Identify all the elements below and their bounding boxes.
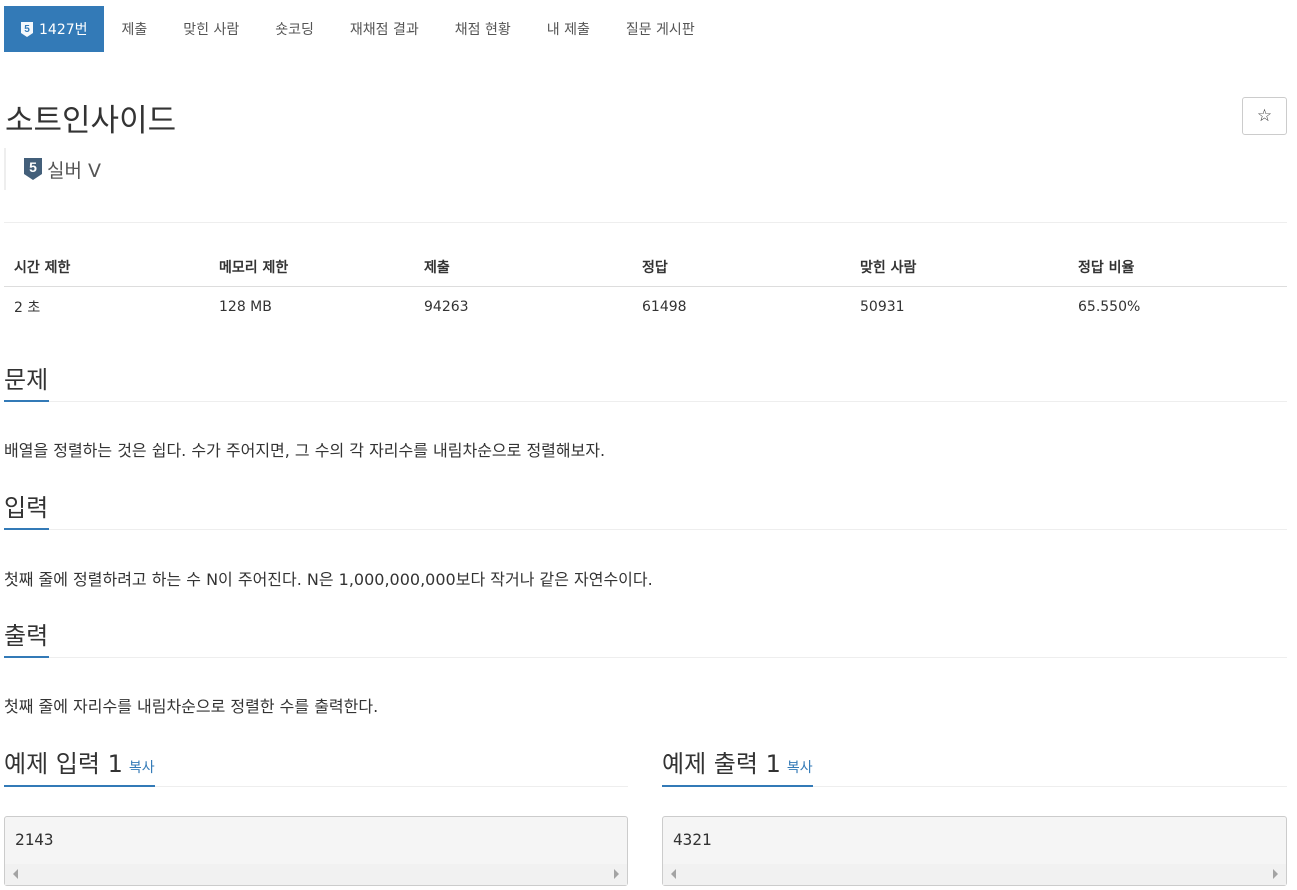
tab-my-submissions[interactable]: 내 제출 [529, 6, 608, 52]
value-submissions: 94263 [424, 299, 469, 315]
scroll-right-icon[interactable] [1273, 869, 1278, 879]
sample-output-header: 예제 출력 1 복사 [662, 746, 1287, 787]
value-memory-limit: 128 MB [219, 299, 272, 315]
sample-input-box: 2143 [4, 816, 628, 886]
horizontal-scrollbar[interactable] [663, 864, 1286, 885]
sample-input-content: 2143 [15, 830, 54, 849]
value-time-limit: 2 초 [14, 300, 41, 316]
problem-nav: 5 1427번 제출 맞힌 사람 숏코딩 재채점 결과 채점 현황 내 제출 질… [4, 6, 713, 52]
description-header: 문제 [4, 362, 1287, 402]
header-submissions: 제출 [424, 259, 450, 276]
problem-title: 소트인사이드 [5, 103, 177, 139]
description-title: 문제 [4, 362, 50, 402]
sample-output-content: 4321 [673, 830, 712, 849]
value-solved-users: 50931 [860, 299, 905, 315]
silver-tier-icon: 5 [23, 157, 43, 181]
tier-info: 5 실버 V [4, 148, 101, 190]
favorite-button[interactable]: ☆ [1242, 97, 1287, 135]
table-header-row: 시간 제한 메모리 제한 제출 정답 맞힌 사람 정답 비율 [4, 247, 1287, 287]
tab-submit[interactable]: 제출 [104, 6, 166, 52]
header-time-limit: 시간 제한 [14, 259, 71, 276]
header-accepted: 정답 [642, 259, 668, 276]
tier-badge-icon: 5 [20, 21, 34, 38]
input-header: 입력 [4, 490, 1287, 530]
table-row: 2 초 128 MB 94263 61498 50931 65.550% [4, 287, 1287, 327]
tab-solved-users[interactable]: 맞힌 사람 [165, 6, 257, 52]
output-title: 출력 [4, 618, 50, 658]
tab-problem[interactable]: 5 1427번 [4, 6, 104, 52]
divider [4, 222, 1287, 223]
svg-text:5: 5 [24, 24, 30, 35]
tab-judge-status[interactable]: 채점 현황 [437, 6, 529, 52]
tab-rejudge-results[interactable]: 재채점 결과 [332, 6, 437, 52]
copy-input-link[interactable]: 복사 [129, 760, 155, 776]
output-header: 출력 [4, 618, 1287, 658]
sample-output-title: 예제 출력 1 복사 [662, 746, 813, 787]
description-text: 배열을 정렬하는 것은 쉽다. 수가 주어지면, 그 수의 각 자리수를 내림차… [4, 441, 606, 460]
input-title: 입력 [4, 490, 50, 530]
scroll-left-icon[interactable] [13, 869, 18, 879]
sample-input-header: 예제 입력 1 복사 [4, 746, 628, 787]
sample-input-title: 예제 입력 1 복사 [4, 746, 155, 787]
star-icon: ☆ [1256, 106, 1273, 126]
header-solved-users: 맞힌 사람 [860, 259, 917, 276]
sample-output-title-text: 예제 출력 1 [662, 750, 781, 778]
header-accept-ratio: 정답 비율 [1078, 259, 1135, 276]
value-accept-ratio: 65.550% [1078, 299, 1141, 315]
sample-input-title-text: 예제 입력 1 [4, 750, 123, 778]
scroll-right-icon[interactable] [614, 869, 619, 879]
horizontal-scrollbar[interactable] [5, 864, 627, 885]
problem-info-table: 시간 제한 메모리 제한 제출 정답 맞힌 사람 정답 비율 2 초 128 M… [4, 247, 1287, 327]
tab-short-coding[interactable]: 숏코딩 [257, 6, 332, 52]
tab-question-board[interactable]: 질문 게시판 [608, 6, 713, 52]
header-memory-limit: 메모리 제한 [219, 259, 289, 276]
sample-output-box: 4321 [662, 816, 1287, 886]
value-accepted: 61498 [642, 299, 687, 315]
scroll-left-icon[interactable] [671, 869, 676, 879]
output-text: 첫째 줄에 자리수를 내림차순으로 정렬한 수를 출력한다. [4, 697, 379, 716]
tier-label: 실버 V [47, 159, 101, 182]
svg-text:5: 5 [29, 159, 37, 175]
tab-problem-label: 1427번 [39, 22, 88, 38]
input-text: 첫째 줄에 정렬하려고 하는 수 N이 주어진다. N은 1,000,000,0… [4, 570, 653, 589]
copy-output-link[interactable]: 복사 [787, 760, 813, 776]
